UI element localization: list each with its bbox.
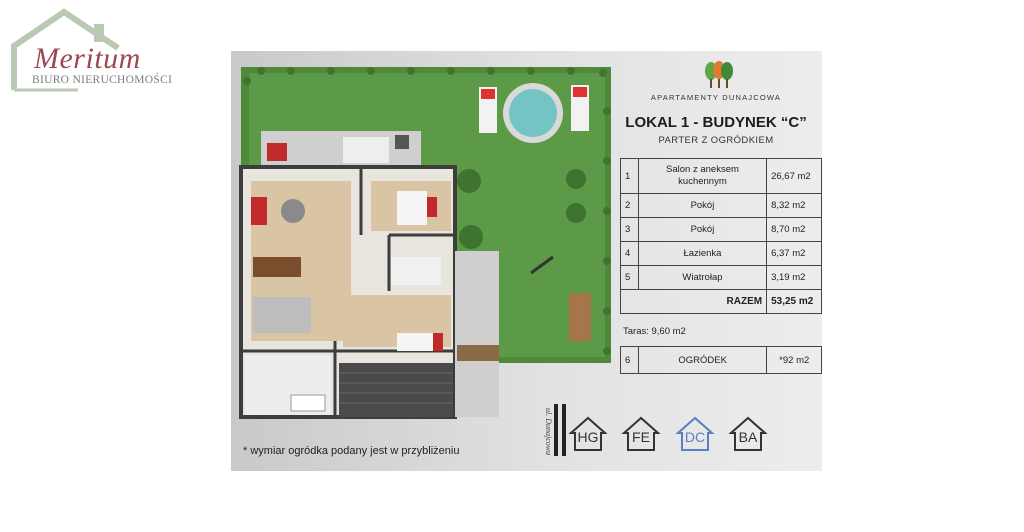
listing-card: * wymiar ogródka podany jest w przybliże… <box>231 51 822 471</box>
room-name: Wiatrołap <box>637 265 768 290</box>
room-number: 3 <box>620 217 639 242</box>
street-label: ul. Dunajcowa <box>544 408 553 455</box>
room-number: 2 <box>620 193 639 218</box>
agency-logo: Meritum BIURO NIERUCHOMOŚCI <box>8 6 178 98</box>
building-button-dc[interactable]: DC <box>675 415 715 453</box>
room-number: 1 <box>620 158 639 194</box>
total-area: 53,25 m2 <box>766 289 822 314</box>
street-marker: ul. Dunajcowa <box>544 404 566 456</box>
room-area: 6,37 m2 <box>766 241 822 266</box>
table-row: 5 Wiatrołap 3,19 m2 <box>620 265 822 290</box>
garden-number: 6 <box>620 346 639 374</box>
project-name: APARTAMENTY DUNAJCOWA <box>650 93 782 102</box>
building-label: BA <box>738 429 758 445</box>
room-name: Pokój <box>637 217 768 242</box>
room-name: Salon z aneksem kuchennym <box>637 158 768 194</box>
unit-title: LOKAL 1 - BUDYNEK “C” <box>625 114 807 131</box>
room-name: Łazienka <box>637 241 768 266</box>
agency-name: Meritum <box>34 42 141 75</box>
room-number: 5 <box>620 265 639 290</box>
table-row: 6 OGRÓDEK *92 m2 <box>620 346 822 374</box>
building-label: DC <box>684 429 706 445</box>
table-row: 3 Pokój 8,70 m2 <box>620 217 822 242</box>
agency-subtitle: BIURO NIERUCHOMOŚCI <box>32 74 173 86</box>
room-area: 8,32 m2 <box>766 193 822 218</box>
room-number: 4 <box>620 241 639 266</box>
table-row: 4 Łazienka 6,37 m2 <box>620 241 822 266</box>
room-area: 26,67 m2 <box>766 158 822 194</box>
unit-subtitle: PARTER Z OGRÓDKIEM <box>658 135 774 146</box>
garden-table: 6 OGRÓDEK *92 m2 <box>620 346 822 374</box>
garden-area: *92 m2 <box>766 346 822 374</box>
room-name: Pokój <box>637 193 768 218</box>
trees-logo-icon <box>705 61 733 88</box>
building-button-ba[interactable]: BA <box>728 415 768 453</box>
building-button-fe[interactable]: FE <box>621 415 661 453</box>
total-row: RAZEM 53,25 m2 <box>620 289 822 314</box>
room-area: 8,70 m2 <box>766 217 822 242</box>
building-button-hg[interactable]: HG <box>568 415 608 453</box>
garden-name: OGRÓDEK <box>637 346 768 374</box>
floor-plan <box>231 51 621 421</box>
garden-footnote: * wymiar ogródka podany jest w przybliże… <box>243 445 460 457</box>
building-label: HG <box>577 429 599 445</box>
total-label: RAZEM <box>638 289 768 314</box>
rooms-table: 1 Salon z aneksem kuchennym 26,67 m2 2 P… <box>620 158 822 314</box>
table-row: 1 Salon z aneksem kuchennym 26,67 m2 <box>620 158 822 194</box>
building-label: FE <box>632 429 650 445</box>
table-row: 2 Pokój 8,32 m2 <box>620 193 822 218</box>
terrace-area: Taras: 9,60 m2 <box>623 326 686 337</box>
room-area: 3,19 m2 <box>766 265 822 290</box>
